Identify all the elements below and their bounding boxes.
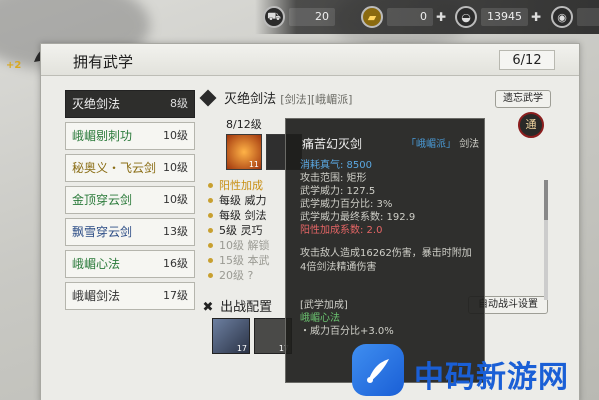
effect-row: 10级 解锁 xyxy=(208,238,270,253)
seal-icon[interactable]: 通 xyxy=(518,112,544,138)
bullet-icon xyxy=(208,228,213,233)
deploy-slot[interactable]: 17 xyxy=(212,318,250,354)
plus-badge: +2 xyxy=(6,60,22,71)
resource-cart[interactable]: ⛟ 20 xyxy=(263,6,335,28)
skill-level: 10级 xyxy=(163,129,188,142)
skill-level: 10级 xyxy=(163,193,188,206)
skill-name: 飘雪穿云剑 xyxy=(72,225,133,239)
stat-line: 阳性加成系数: 2.0 xyxy=(300,225,383,236)
bonus-value: ・威力百分比+3.0% xyxy=(300,326,394,337)
skill-level: 17级 xyxy=(163,289,188,302)
skill-item[interactable]: 飘雪穿云剑 13级 xyxy=(65,218,195,246)
bullet-icon xyxy=(208,273,213,278)
skill-name: 金顶穿云剑 xyxy=(72,193,133,207)
panel-header: 拥有武学 6/12 xyxy=(41,44,579,76)
bonus-skill: 峨嵋心法 xyxy=(300,313,340,324)
bullet-icon xyxy=(208,183,213,188)
deploy-title: ✖ 出战配置 xyxy=(200,296,273,315)
bullet-icon xyxy=(208,213,213,218)
skill-icon-count: 11 xyxy=(248,160,259,169)
page-title: 拥有武学 xyxy=(73,53,134,71)
scrollbar[interactable] xyxy=(544,180,548,300)
effect-list: 阳性加成 每级 威力 每级 剑法 5级 灵巧 10级 解锁 15级 本武 20级… xyxy=(208,178,270,283)
skill-level: 8级 xyxy=(170,97,188,110)
resource-value: 20 xyxy=(289,8,335,26)
skill-item[interactable]: 峨嵋剑法 17级 xyxy=(65,282,195,310)
effect-row: 20级 ? xyxy=(208,268,270,283)
gold-bar-icon: ▰ xyxy=(361,6,383,28)
skill-icon[interactable]: 11 xyxy=(226,134,262,170)
resource-coin[interactable]: ◉ 0 xyxy=(551,6,599,28)
skill-level: 13级 xyxy=(163,225,188,238)
coin-icon: ◉ xyxy=(551,6,573,28)
add-icon[interactable]: ✚ xyxy=(531,10,541,24)
stat-line: 消耗真气: 8500 xyxy=(300,160,372,171)
skill-level: 16级 xyxy=(163,257,188,270)
skill-name: 灭绝剑法 xyxy=(72,97,121,111)
skill-item[interactable]: 秘奥义・飞云剑 10级 xyxy=(65,154,195,182)
tooltip-skill-name: 痛苦幻灭剑 xyxy=(302,137,363,151)
stat-line: 武学威力最终系数: 192.9 xyxy=(300,212,416,223)
effect-row: 每级 剑法 xyxy=(208,208,270,223)
effect-row: 15级 本武 xyxy=(208,253,270,268)
skill-level: 10级 xyxy=(163,161,188,174)
resource-value: 13945 xyxy=(481,8,528,26)
bullet-icon xyxy=(208,198,213,203)
skill-name: 峨嵋心法 xyxy=(72,257,121,271)
forget-skill-button[interactable]: 遗忘武学 xyxy=(495,90,551,108)
add-icon[interactable]: ✚ xyxy=(436,10,446,24)
detail-title: 灭绝剑法 [剑法][峨嵋派] xyxy=(199,88,353,110)
skill-item[interactable]: 峨嵋剔刺功 10级 xyxy=(65,122,195,150)
resource-bar: ⛟ 20 ▰ 0 ✚ ◒ 13945 ✚ ◉ 0 xyxy=(255,0,599,34)
stat-line: 攻击范围: 矩形 xyxy=(300,173,367,184)
bonus-title: [武学加成] xyxy=(300,300,348,311)
level-progress: 8/12级 xyxy=(226,118,262,131)
slot-count: 17 xyxy=(236,344,247,353)
resource-value: 0 xyxy=(387,8,433,26)
resource-silver[interactable]: ◒ 13945 ✚ xyxy=(455,6,541,28)
skill-item[interactable]: 峨嵋心法 16级 xyxy=(65,250,195,278)
effect-row: 5级 灵巧 xyxy=(208,223,270,238)
scrollbar-thumb[interactable] xyxy=(544,180,548,220)
detail-tags: [剑法][峨嵋派] xyxy=(280,93,353,106)
tooltip-bonus: [武学加成] 峨嵋心法 ・威力百分比+3.0% xyxy=(300,299,394,338)
tooltip-description: 攻击敌人造成16262伤害，暴击时附加4倍剑法精通伤害 xyxy=(300,248,472,273)
skill-name: 秘奥义・飞云剑 xyxy=(72,161,157,175)
resource-value: 0 xyxy=(577,8,599,26)
watermark-text: 中码新游网 xyxy=(414,360,569,395)
effect-row: 每级 威力 xyxy=(208,193,270,208)
cross-icon: ✖ xyxy=(202,300,214,315)
skill-count: 6/12 xyxy=(499,50,555,70)
skill-list: 灭绝剑法 8级 峨嵋剔刺功 10级 秘奥义・飞云剑 10级 金顶穿云剑 10级 … xyxy=(65,90,195,314)
skill-name: 峨嵋剑法 xyxy=(72,289,121,303)
bullet-icon xyxy=(208,258,213,263)
watermark-logo-icon xyxy=(367,359,389,383)
effect-row: 阳性加成 xyxy=(208,178,270,193)
resource-gold[interactable]: ▰ 0 ✚ xyxy=(361,6,446,28)
tooltip-type: 「峨嵋派」 剑法 xyxy=(406,139,480,150)
skill-item[interactable]: 金顶穿云剑 10级 xyxy=(65,186,195,214)
stat-line: 武学威力百分比: 3% xyxy=(300,199,393,210)
watermark-logo xyxy=(352,344,404,396)
skill-item[interactable]: 灭绝剑法 8级 xyxy=(65,90,195,118)
stat-line: 武学威力: 127.5 xyxy=(300,186,376,197)
cart-icon: ⛟ xyxy=(263,6,285,28)
bullet-icon xyxy=(208,243,213,248)
silver-ingot-icon: ◒ xyxy=(455,6,477,28)
detail-skill-name: 灭绝剑法 xyxy=(224,92,277,107)
diamond-icon xyxy=(199,89,217,107)
skill-name: 峨嵋剔刺功 xyxy=(72,129,133,143)
tooltip-stats: 消耗真气: 8500 攻击范围: 矩形 武学威力: 127.5 武学威力百分比:… xyxy=(300,159,415,237)
